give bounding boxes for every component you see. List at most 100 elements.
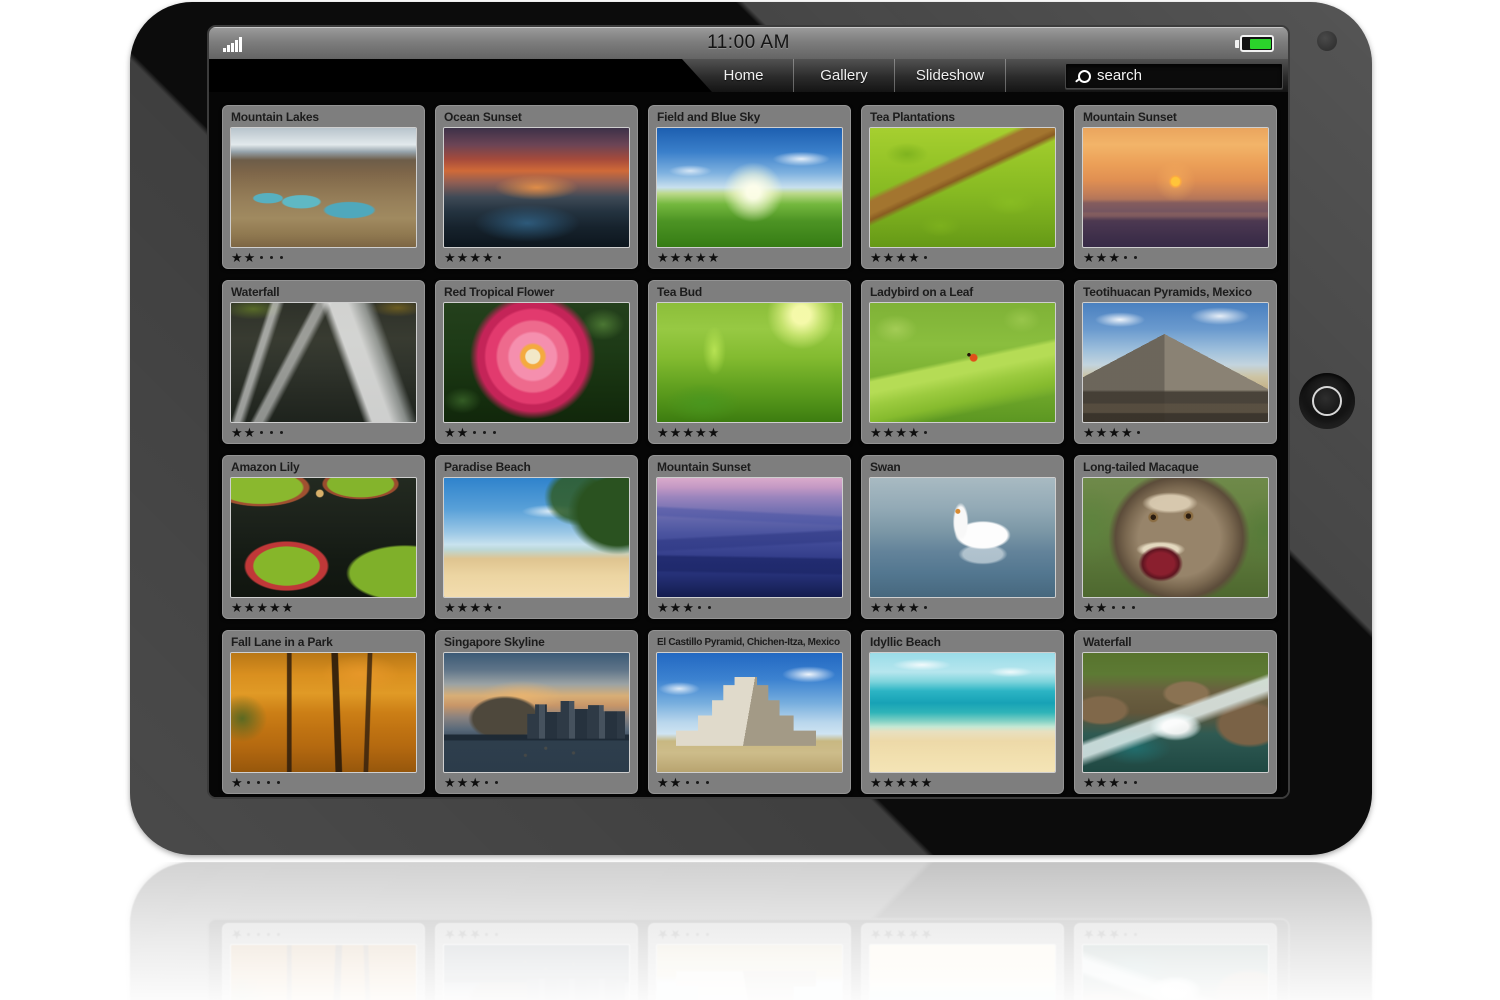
star-empty-icon	[267, 781, 270, 784]
photo-tile[interactable]: Mountain Sunset ★★★	[648, 455, 851, 619]
red-tropical-flower-photo	[444, 303, 629, 422]
star-filled-icon: ★	[1121, 425, 1133, 440]
nav-bar: Home Gallery Slideshow	[209, 59, 1288, 92]
photo-tile[interactable]: Idyllic Beach ★★★★★	[861, 630, 1064, 794]
tab-gallery[interactable]: Gallery	[794, 59, 895, 92]
star-filled-icon: ★	[670, 775, 682, 790]
star-filled-icon: ★	[1096, 250, 1108, 265]
photo-title: Mountain Lakes	[231, 107, 416, 128]
photo-tile[interactable]: Ocean Sunset ★★★★	[435, 105, 638, 269]
idyllic-beach-photo	[870, 653, 1055, 772]
search-box[interactable]	[1065, 63, 1283, 89]
photo-tile[interactable]: Swan ★★★★	[861, 455, 1064, 619]
photo-tile[interactable]: Tea Bud ★★★★★	[648, 280, 851, 444]
photo-title: El Castillo Pyramid, Chichen-Itza, Mexic…	[657, 632, 842, 653]
nav-tabs-area: Home Gallery Slideshow	[682, 59, 1288, 92]
photo-tile[interactable]: Fall Lane in a Park ★	[222, 630, 425, 794]
gallery-grid: Mountain Lakes ★★ Ocean Sunset ★★★★ Fiel…	[209, 92, 1288, 797]
star-filled-icon: ★	[895, 775, 907, 790]
home-button[interactable]	[1299, 373, 1355, 429]
star-empty-icon	[280, 256, 283, 259]
magnifier-icon	[1074, 68, 1090, 84]
photo-tile[interactable]: Teotihuacan Pyramids, Mexico ★★★★	[1074, 280, 1277, 444]
star-filled-icon: ★	[657, 600, 669, 615]
photo-tile[interactable]: Waterfall ★★★	[1074, 630, 1277, 794]
tablet-reflection: 11:00 AM Home Gallery Slideshow	[0, 862, 1500, 1000]
star-filled-icon: ★	[870, 250, 882, 265]
star-rating: ★★★	[1083, 249, 1268, 266]
star-filled-icon: ★	[1083, 600, 1095, 615]
star-empty-icon	[257, 781, 260, 784]
star-filled-icon: ★	[682, 600, 694, 615]
star-filled-icon: ★	[244, 250, 256, 265]
star-empty-icon	[280, 431, 283, 434]
waterfall-stream-photo	[1083, 653, 1268, 772]
star-filled-icon: ★	[457, 250, 469, 265]
page: 11:00 AM Home Gallery Slideshow	[0, 0, 1500, 1000]
tab-slideshow[interactable]: Slideshow	[895, 59, 1006, 92]
photo-tile[interactable]: El Castillo Pyramid, Chichen-Itza, Mexic…	[648, 630, 851, 794]
clock-time: 11:00 AM	[209, 32, 1288, 54]
star-filled-icon: ★	[244, 600, 256, 615]
star-rating: ★	[231, 774, 416, 791]
photo-tile[interactable]: Field and Blue Sky ★★★★★	[648, 105, 851, 269]
star-filled-icon: ★	[231, 250, 243, 265]
photo-tile[interactable]: Mountain Lakes ★★	[222, 105, 425, 269]
star-empty-icon	[483, 431, 486, 434]
star-filled-icon: ★	[1083, 775, 1095, 790]
star-empty-icon	[1132, 606, 1135, 609]
tab-gallery-label: Gallery	[820, 67, 868, 84]
star-rating: ★★	[657, 774, 842, 791]
photo-title: Tea Plantations	[870, 107, 1055, 128]
photo-title: Waterfall	[231, 282, 416, 303]
photo-tile[interactable]: Singapore Skyline ★★★	[435, 630, 638, 794]
star-rating: ★★★★	[870, 424, 1055, 441]
search-input[interactable]	[1097, 67, 1274, 84]
photo-tile[interactable]: Long-tailed Macaque ★★	[1074, 455, 1277, 619]
star-filled-icon: ★	[921, 775, 933, 790]
star-rating: ★★★★★	[657, 249, 842, 266]
star-filled-icon: ★	[870, 775, 882, 790]
star-empty-icon	[686, 781, 689, 784]
photo-tile[interactable]: Waterfall ★★	[222, 280, 425, 444]
ladybird-on-leaf-photo	[870, 303, 1055, 422]
star-filled-icon: ★	[469, 250, 481, 265]
status-bar: 11:00 AM	[209, 27, 1288, 59]
star-empty-icon	[495, 781, 498, 784]
star-filled-icon: ★	[895, 425, 907, 440]
star-empty-icon	[270, 431, 273, 434]
photo-title: Amazon Lily	[231, 457, 416, 478]
star-filled-icon: ★	[883, 425, 895, 440]
photo-tile[interactable]: Paradise Beach ★★★★	[435, 455, 638, 619]
star-rating: ★★★★★	[657, 424, 842, 441]
star-empty-icon	[270, 256, 273, 259]
star-filled-icon: ★	[282, 600, 294, 615]
star-rating: ★★	[1083, 599, 1268, 616]
photo-title: Swan	[870, 457, 1055, 478]
star-rating: ★★★	[1083, 774, 1268, 791]
photo-tile[interactable]: Tea Plantations ★★★★	[861, 105, 1064, 269]
long-tailed-macaque-photo	[1083, 478, 1268, 597]
tab-home[interactable]: Home	[694, 59, 794, 92]
photo-title: Mountain Sunset	[1083, 107, 1268, 128]
swan-photo	[870, 478, 1055, 597]
star-filled-icon: ★	[657, 250, 669, 265]
star-empty-icon	[696, 781, 699, 784]
star-empty-icon	[247, 781, 250, 784]
star-rating: ★★★★	[444, 599, 629, 616]
star-filled-icon: ★	[1083, 425, 1095, 440]
photo-tile[interactable]: Mountain Sunset ★★★	[1074, 105, 1277, 269]
star-filled-icon: ★	[895, 250, 907, 265]
star-empty-icon	[485, 781, 488, 784]
star-filled-icon: ★	[469, 600, 481, 615]
photo-tile[interactable]: Amazon Lily ★★★★★	[222, 455, 425, 619]
photo-tile[interactable]: Red Tropical Flower ★★	[435, 280, 638, 444]
photo-title: Idyllic Beach	[870, 632, 1055, 653]
star-empty-icon	[260, 256, 263, 259]
star-empty-icon	[1137, 431, 1140, 434]
star-filled-icon: ★	[682, 250, 694, 265]
photo-title: Fall Lane in a Park	[231, 632, 416, 653]
star-filled-icon: ★	[908, 250, 920, 265]
star-empty-icon	[924, 431, 927, 434]
photo-tile[interactable]: Ladybird on a Leaf ★★★★	[861, 280, 1064, 444]
